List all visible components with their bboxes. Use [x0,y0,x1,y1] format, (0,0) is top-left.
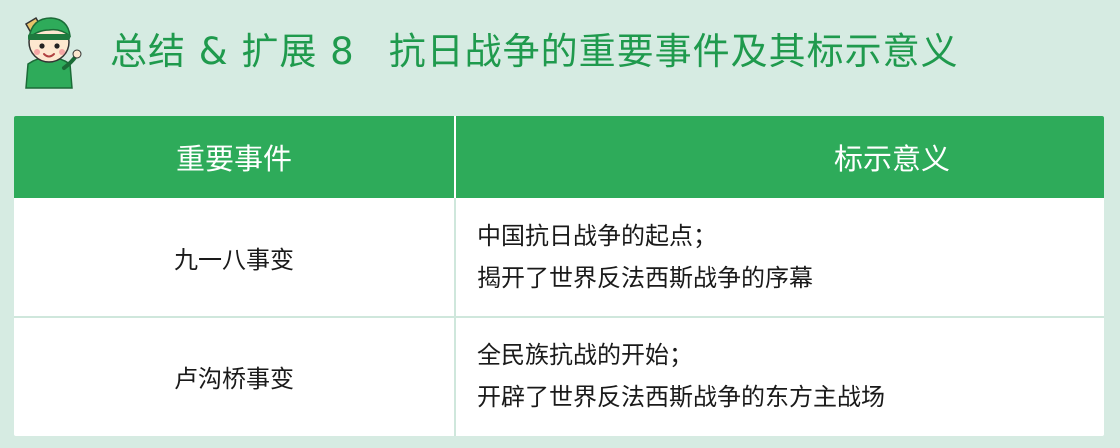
table-row: 卢沟桥事变 全民族抗战的开始； 开辟了世界反法西斯战争的东方主战场 [14,316,1104,436]
significance-line: 中国抗日战争的起点； [477,222,717,250]
significance-line: 开辟了世界反法西斯战争的东方主战场 [477,383,885,411]
table-row: 九一八事变 中国抗日战争的起点； 揭开了世界反法西斯战争的序幕 [14,198,1104,316]
event-cell: 卢沟桥事变 [14,316,454,436]
section-tag: 总结 & 扩展 8 [110,30,355,73]
event-name: 卢沟桥事变 [174,364,294,393]
significance-cell: 全民族抗战的开始； 开辟了世界反法西斯战争的东方主战场 [477,316,1097,436]
significance-cell: 中国抗日战争的起点； 揭开了世界反法西斯战争的序幕 [477,198,1097,316]
page-title: 总结 & 扩展 8 抗日战争的重要事件及其标示意义 [110,22,959,74]
column-divider [454,116,456,198]
column-header-event: 重要事件 [14,116,454,198]
event-cell: 九一八事变 [14,198,454,316]
section-header: 总结 & 扩展 8 抗日战争的重要事件及其标示意义 [0,0,1120,100]
student-mascot-icon [24,16,82,89]
event-name: 九一八事变 [174,245,294,274]
section-title: 抗日战争的重要事件及其标示意义 [388,30,959,73]
significance-line: 全民族抗战的开始； [477,341,693,369]
table-header: 重要事件 标示意义 [14,116,1104,198]
page: 总结 & 扩展 8 抗日战争的重要事件及其标示意义 重要事件 标示意义 九一八事… [0,0,1120,448]
column-header-event-label: 重要事件 [175,142,292,176]
column-header-significance: 标示意义 [454,116,1104,198]
events-table: 重要事件 标示意义 九一八事变 中国抗日战争的起点； 揭开了世界反法西斯战争的序… [14,116,1104,436]
significance-line: 揭开了世界反法西斯战争的序幕 [477,264,813,292]
column-divider [454,198,456,436]
column-header-significance-label: 标示意义 [834,142,951,176]
